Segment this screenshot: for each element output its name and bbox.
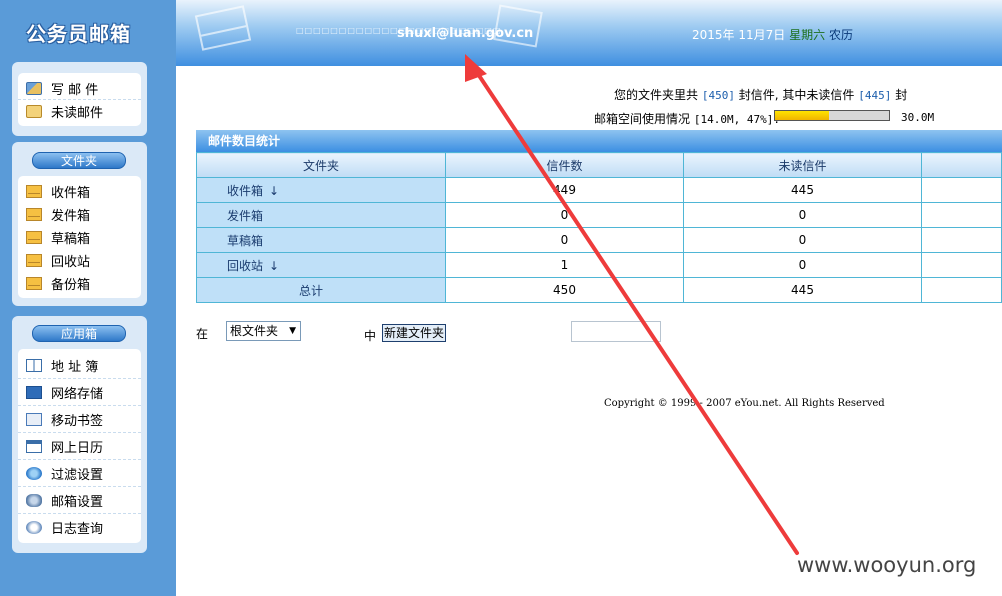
stats-title: 邮件数目统计 [196,130,1002,152]
quota-progress-fill [775,111,829,120]
sidebar-item-logs[interactable]: 日志查询 [18,515,141,539]
unread-envelope-icon [26,105,42,118]
address-book-icon [26,359,42,372]
lunar-calendar-link[interactable]: 农历 [829,28,853,42]
envelope-decoration-icon [194,5,252,51]
count-cell: 449 [445,177,684,203]
arrow-down-icon[interactable]: ↓ [269,184,279,198]
mail-summary: 您的文件夹里共 [450] 封信件, 其中未读信件 [445] 封 [614,88,908,102]
envelope-icon [26,231,42,244]
weekday: 星期六 [789,28,826,42]
parent-folder-select[interactable]: 根文件夹 ▼ [226,321,301,341]
sidebar-item-netdisk[interactable]: 网络存储 [18,380,141,406]
mail-page: 公务员邮箱 写 邮 件 未读邮件 文件夹 收件箱 发件箱 草稿箱 回收站 备份箱… [0,0,1002,596]
count-cell: 1 [445,252,684,278]
table-row: 发件箱 0 0 [196,202,1002,228]
folder-link-trash[interactable]: 回收站 [227,259,263,273]
envelope-icon [26,254,42,267]
arrow-down-icon[interactable]: ↓ [269,259,279,273]
table-row: 回收站 ↓ 1 0 [196,252,1002,278]
sidebar-item-bookmarks[interactable]: 移动书签 [18,407,141,433]
envelope-icon [26,277,42,290]
header-banner: □□□□□□□□□□□□□□□□□□□□□□□□ shuxl@luan.gov.… [176,0,1002,66]
bookmark-card-icon [26,413,42,426]
quota-value: [14.0M, 47%]: [693,113,780,126]
total-label: 总计 [196,277,446,303]
unread-count: [445] [858,89,892,102]
sidebar-item-trash[interactable]: 回收站 [18,249,141,272]
sidebar-item-drafts[interactable]: 草稿箱 [18,226,141,249]
in-label: 在 [196,327,209,341]
column-header-extra [921,152,1002,178]
header-date: 2015年 11月7日 星期六 农历 [692,28,853,42]
chevron-down-icon: ▼ [289,326,296,336]
sidebar-item-inbox[interactable]: 收件箱 [18,180,141,203]
table-row: 收件箱 ↓ 449 445 [196,177,1002,203]
sidebar-item-calendar[interactable]: 网上日历 [18,434,141,460]
table-total-row: 总计 450 445 [196,277,1002,303]
user-email: shuxl@luan.gov.cn [397,26,534,41]
table-header-row: 文件夹 信件数 未读信件 [196,152,1002,178]
column-header-folder: 文件夹 [196,152,446,178]
sidebar-item-filter[interactable]: 过滤设置 [18,461,141,487]
table-row: 草稿箱 0 0 [196,227,1002,253]
folders-panel: 文件夹 收件箱 发件箱 草稿箱 回收站 备份箱 [12,142,147,306]
folder-link-drafts[interactable]: 草稿箱 [227,234,263,248]
sidebar: 公务员邮箱 写 邮 件 未读邮件 文件夹 收件箱 发件箱 草稿箱 回收站 备份箱… [0,0,176,596]
stats-table: 文件夹 信件数 未读信件 收件箱 ↓ 449 445 发件箱 0 0 草稿箱 0 … [196,152,1002,303]
folders-header: 文件夹 [32,152,126,169]
sidebar-item-backup[interactable]: 备份箱 [18,272,141,295]
count-cell: 0 [445,202,684,228]
mid-label: 中 [364,329,377,343]
pen-icon [26,81,42,95]
count-cell: 0 [445,227,684,253]
column-header-count: 信件数 [445,152,684,178]
unread-cell: 0 [683,227,922,253]
quota-max: 30.0M [901,111,935,124]
unread-cell: 0 [683,252,922,278]
copyright: Copyright © 1999 - 2007 eYou.net. All Ri… [604,398,885,409]
quota-progress-bar [774,110,890,121]
compose-button[interactable]: 写 邮 件 [18,77,141,100]
apps-panel: 应用箱 地 址 簿 网络存储 移动书签 网上日历 过滤设置 邮箱设置 日志查询 [12,316,147,553]
filter-globe-icon [26,467,42,480]
folder-link-sent[interactable]: 发件箱 [227,209,263,223]
total-count: [450] [701,89,735,102]
folder-link-inbox[interactable]: 收件箱 [227,184,263,198]
quota-summary: 邮箱空间使用情况 [14.0M, 47%]: [594,112,780,126]
compose-panel: 写 邮 件 未读邮件 [12,62,147,136]
total-unread-cell: 445 [683,277,922,303]
sidebar-item-sent[interactable]: 发件箱 [18,203,141,226]
total-count-cell: 450 [445,277,684,303]
sidebar-item-settings[interactable]: 邮箱设置 [18,488,141,514]
floppy-disk-icon [26,386,42,399]
watermark: www.wooyun.org [797,553,977,577]
sidebar-item-addressbook[interactable]: 地 址 簿 [18,353,141,379]
unread-cell: 0 [683,202,922,228]
unread-mail-link[interactable]: 未读邮件 [18,100,141,123]
logo: 公务员邮箱 [26,22,131,46]
folder-name-input[interactable] [571,321,661,342]
column-header-unread: 未读信件 [683,152,922,178]
magnifier-icon [26,520,42,534]
envelope-icon [26,208,42,221]
apps-header: 应用箱 [32,325,126,342]
settings-icon [26,494,42,507]
calendar-icon [26,440,42,453]
envelope-icon [26,185,42,198]
unread-cell: 445 [683,177,922,203]
new-folder-button[interactable]: 新建文件夹 [382,324,446,342]
